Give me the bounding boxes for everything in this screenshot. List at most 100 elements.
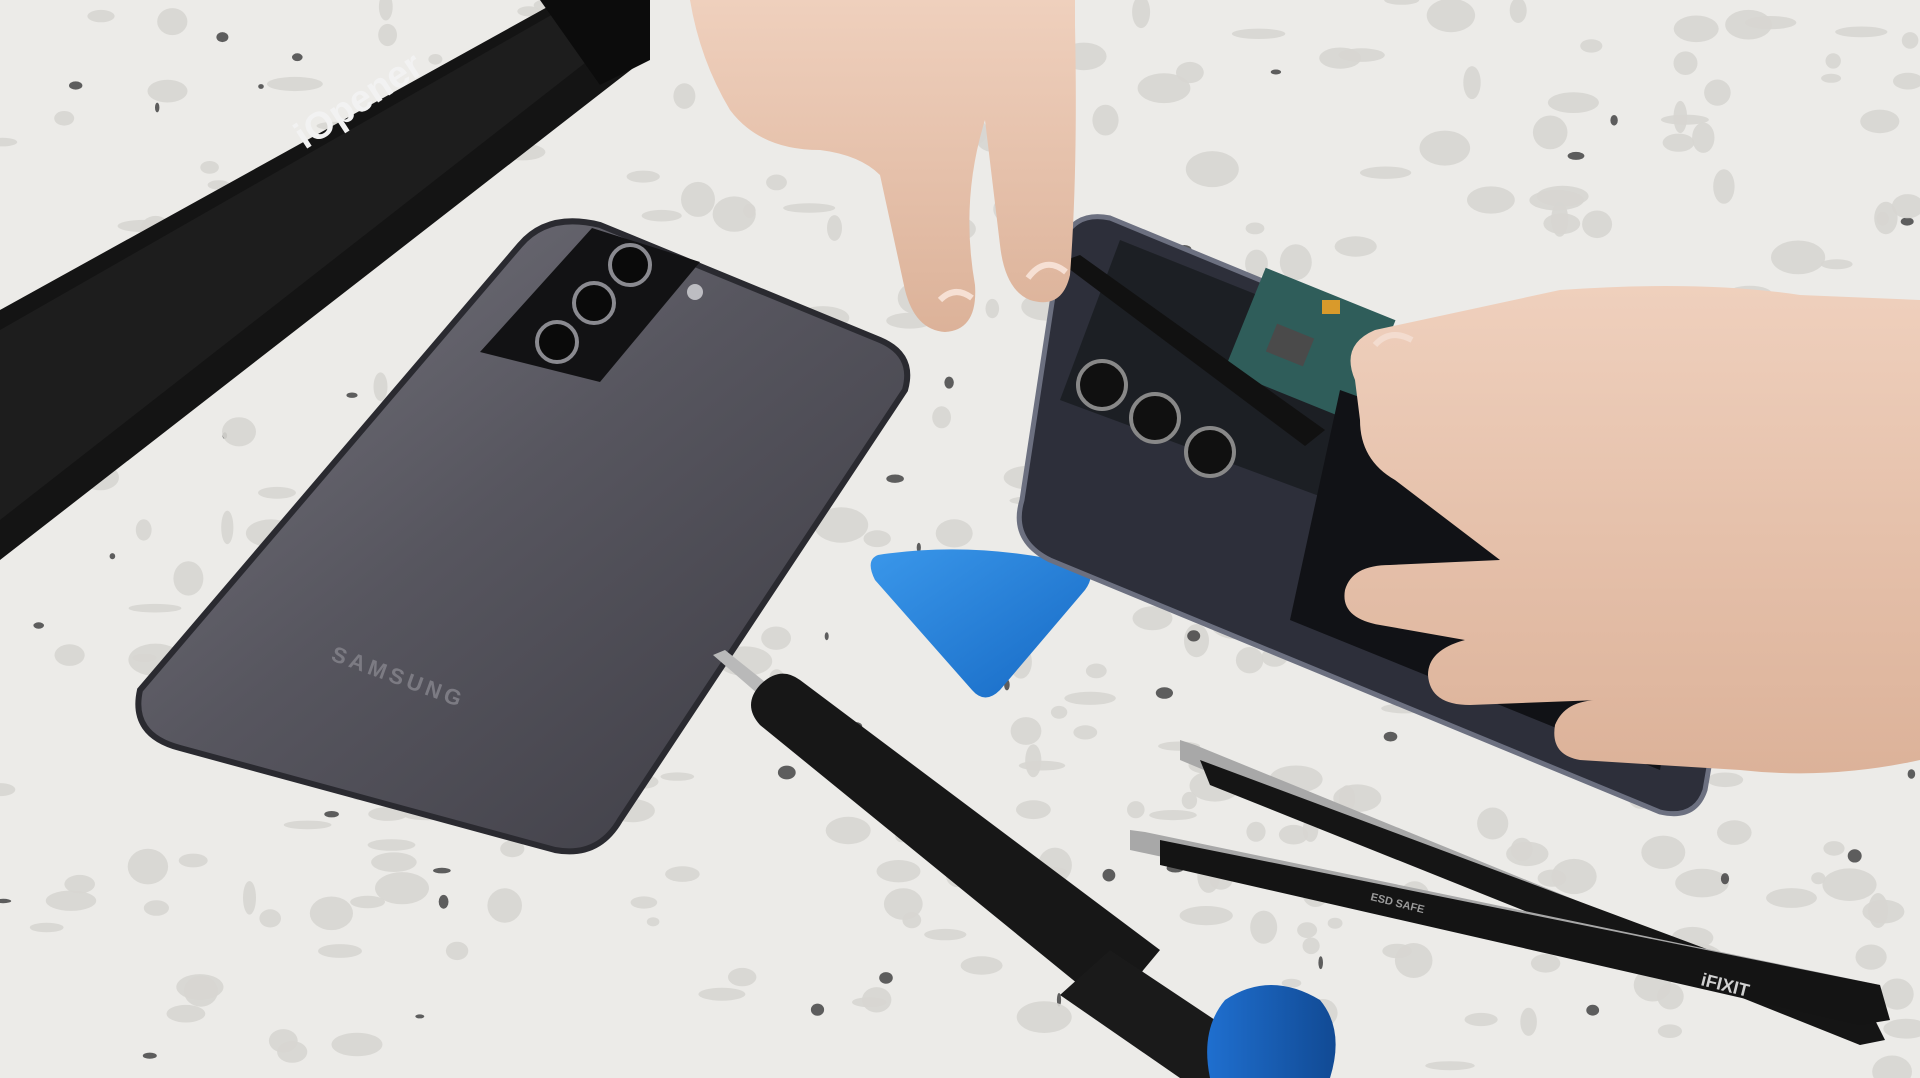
light-speckle	[1766, 888, 1817, 908]
light-speckle	[243, 881, 256, 915]
light-speckle	[1860, 109, 1900, 134]
light-speckle	[1520, 1007, 1537, 1036]
rear-camera-2	[1129, 392, 1181, 444]
light-speckle	[1662, 133, 1695, 152]
light-speckle	[258, 486, 296, 499]
light-speckle	[862, 987, 892, 1013]
light-speckle	[1018, 760, 1066, 771]
light-speckle	[783, 203, 836, 213]
light-speckle	[373, 372, 388, 402]
light-speckle	[54, 644, 85, 666]
light-speckle	[1901, 32, 1919, 49]
light-speckle	[127, 848, 169, 885]
dark-speckle	[433, 867, 451, 874]
light-speckle	[1085, 663, 1107, 679]
light-speckle	[1419, 130, 1471, 166]
light-speckle	[1823, 841, 1845, 856]
light-speckle	[1580, 39, 1603, 53]
flash	[687, 284, 703, 300]
light-speckle	[1302, 937, 1320, 955]
light-speckle	[766, 174, 787, 191]
light-speckle	[1673, 100, 1688, 134]
light-speckle	[698, 987, 746, 1001]
light-speckle	[825, 816, 871, 845]
dark-speckle	[1187, 630, 1201, 642]
light-speckle	[128, 603, 182, 613]
light-speckle	[87, 9, 115, 23]
dark-speckle	[1270, 69, 1282, 75]
light-speckle	[1464, 1012, 1498, 1027]
light-speckle	[932, 406, 951, 429]
dark-speckle	[777, 765, 796, 780]
light-speckle	[157, 8, 188, 36]
dark-speckle	[944, 376, 954, 389]
light-speckle	[673, 83, 696, 109]
dark-speckle	[1610, 115, 1618, 126]
light-speckle	[1835, 26, 1888, 38]
light-speckle	[29, 922, 64, 933]
light-speckle	[1185, 151, 1239, 188]
dark-speckle	[1102, 868, 1116, 882]
light-speckle	[1529, 190, 1584, 211]
light-speckle	[626, 170, 660, 183]
light-speckle	[1713, 169, 1735, 204]
light-speckle	[1547, 92, 1599, 113]
light-speckle	[660, 772, 695, 781]
rear-camera-1	[1076, 359, 1128, 411]
light-speckle	[1016, 800, 1051, 820]
light-speckle	[641, 209, 682, 222]
light-speckle	[1137, 73, 1191, 104]
light-speckle	[712, 196, 756, 232]
light-speckle	[1050, 705, 1068, 719]
light-speckle	[1338, 48, 1385, 62]
light-speckle	[1477, 807, 1509, 840]
light-speckle	[318, 944, 362, 958]
dark-speckle	[324, 811, 339, 818]
dark-speckle	[258, 84, 264, 89]
light-speckle	[935, 519, 973, 548]
light-speckle	[1394, 943, 1433, 978]
light-speckle	[1811, 872, 1826, 885]
light-speckle	[428, 54, 443, 65]
dark-speckle	[33, 622, 44, 629]
dark-speckle	[1907, 769, 1916, 779]
light-speckle	[1149, 810, 1197, 821]
light-speckle	[1771, 240, 1826, 275]
light-speckle	[1510, 837, 1533, 862]
light-speckle	[183, 975, 218, 1007]
light-speckle	[1704, 79, 1731, 106]
light-speckle	[1821, 73, 1842, 83]
light-speckle	[1467, 186, 1515, 214]
light-speckle	[1016, 1001, 1072, 1033]
light-speckle	[876, 860, 921, 883]
light-speckle	[487, 888, 522, 923]
light-speckle	[54, 111, 75, 126]
light-speckle	[371, 852, 417, 872]
light-speckle	[221, 510, 234, 545]
light-speckle	[1707, 772, 1744, 788]
light-speckle	[135, 519, 152, 541]
dark-speckle	[1720, 873, 1730, 885]
light-speckle	[827, 215, 842, 241]
light-speckle	[1820, 259, 1853, 270]
light-speckle	[1127, 801, 1145, 819]
light-speckle	[283, 820, 332, 830]
repair-scene-photo: iOpener SAMSUNG iFIXIT ESD SAFE	[0, 0, 1920, 1078]
light-speckle	[665, 866, 700, 882]
light-speckle	[1855, 944, 1887, 970]
dark-speckle	[1900, 217, 1914, 226]
light-speckle	[1327, 917, 1343, 929]
light-speckle	[1245, 222, 1265, 235]
light-speckle	[1297, 922, 1318, 938]
light-speckle	[1231, 28, 1286, 39]
light-speckle	[1868, 893, 1888, 928]
dark-speckle	[1586, 1004, 1600, 1016]
dark-speckle	[415, 1014, 425, 1019]
light-speckle	[200, 161, 219, 174]
light-speckle	[309, 896, 353, 931]
light-speckle	[1530, 954, 1561, 973]
camera-lens-3	[535, 320, 579, 364]
light-speckle	[331, 1032, 383, 1057]
light-speckle	[883, 888, 923, 920]
dark-speckle	[292, 53, 303, 62]
